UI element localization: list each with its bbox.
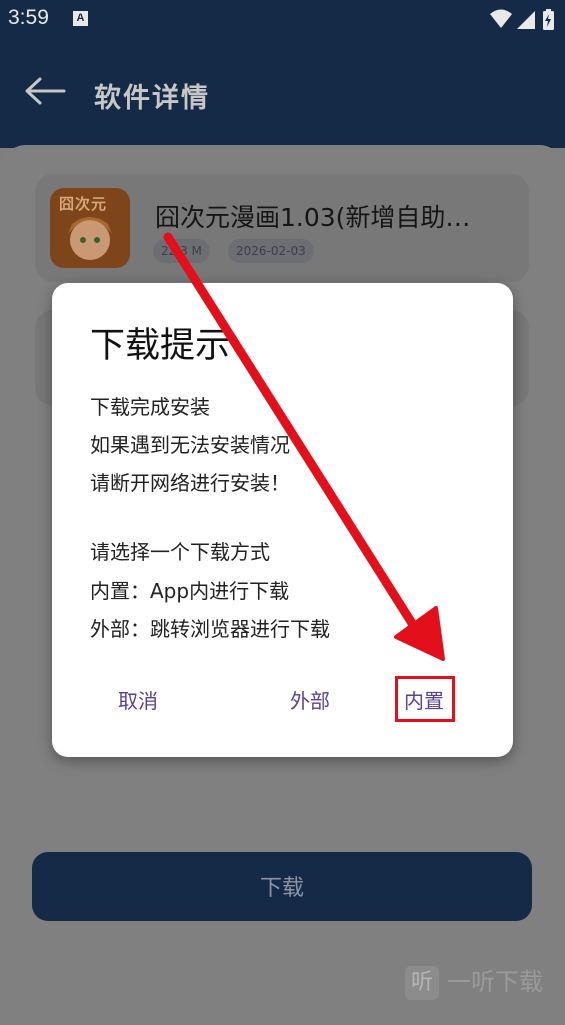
- annotation-arrow: [163, 232, 445, 661]
